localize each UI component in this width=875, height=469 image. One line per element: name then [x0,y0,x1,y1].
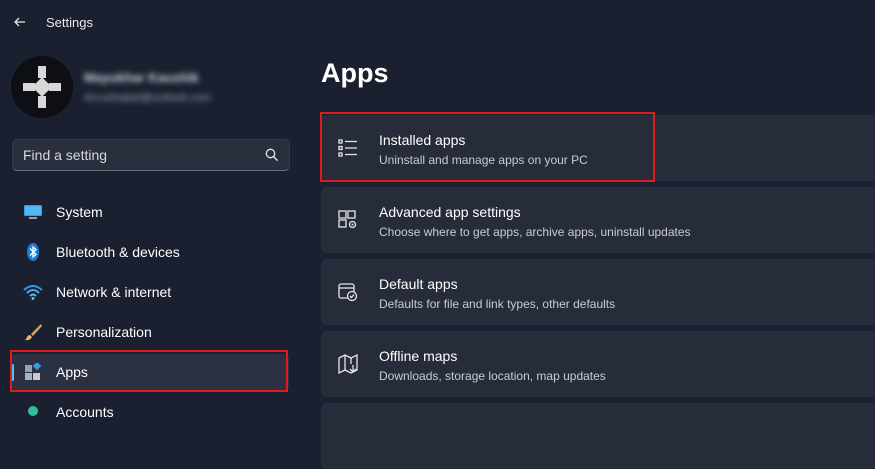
sidebar-item-bluetooth[interactable]: Bluetooth & devices [11,234,289,270]
wifi-icon [23,285,43,300]
page-title: Apps [321,58,389,88]
search-box[interactable] [12,139,290,171]
highlight-box-apps [10,350,288,392]
card-next-partial[interactable] [321,403,875,469]
sidebar-item-label: Bluetooth & devices [56,244,180,260]
highlight-box-installed-apps [320,112,655,182]
back-arrow-icon [14,17,25,27]
avatar-image [11,56,73,118]
brush-icon [25,324,42,341]
window-title: Settings [46,15,93,30]
card-subtitle: Defaults for file and link types, other … [379,297,616,311]
avatar[interactable] [11,56,73,118]
sidebar-item-label: Network & internet [56,284,172,300]
sidebar-item-personalization[interactable]: Personalization [11,314,289,350]
bluetooth-icon [27,243,39,261]
card-title: Default apps [379,276,458,292]
sidebar-item-label: Accounts [56,404,114,420]
sidebar-item-label: Personalization [56,324,152,340]
card-title: Offline maps [379,348,458,364]
map-icon [338,353,358,375]
sidebar-item-accounts[interactable]: Accounts [11,394,289,430]
sidebar-item-system[interactable]: System [11,194,289,230]
search-icon[interactable] [265,148,279,162]
account-email: dcrushiabel@outlook.com [84,92,211,104]
back-button[interactable] [10,12,30,32]
app-settings-icon [338,210,357,229]
sidebar-item-label: System [56,204,103,220]
sidebar-item-network[interactable]: Network & internet [11,274,289,310]
card-subtitle: Choose where to get apps, archive apps, … [379,225,691,239]
card-title: Advanced app settings [379,204,521,220]
person-icon [28,406,38,416]
title-bar: Settings [0,0,875,44]
card-subtitle: Downloads, storage location, map updates [379,369,606,383]
search-input[interactable] [23,140,253,170]
card-offline-maps[interactable]: Offline maps Downloads, storage location… [321,331,875,397]
card-default-apps[interactable]: Default apps Defaults for file and link … [321,259,875,325]
card-advanced-app-settings[interactable]: Advanced app settings Choose where to ge… [321,187,875,253]
monitor-icon [24,205,42,219]
default-apps-icon [338,283,358,302]
account-name: Mayukhar Kaushik [84,70,199,85]
